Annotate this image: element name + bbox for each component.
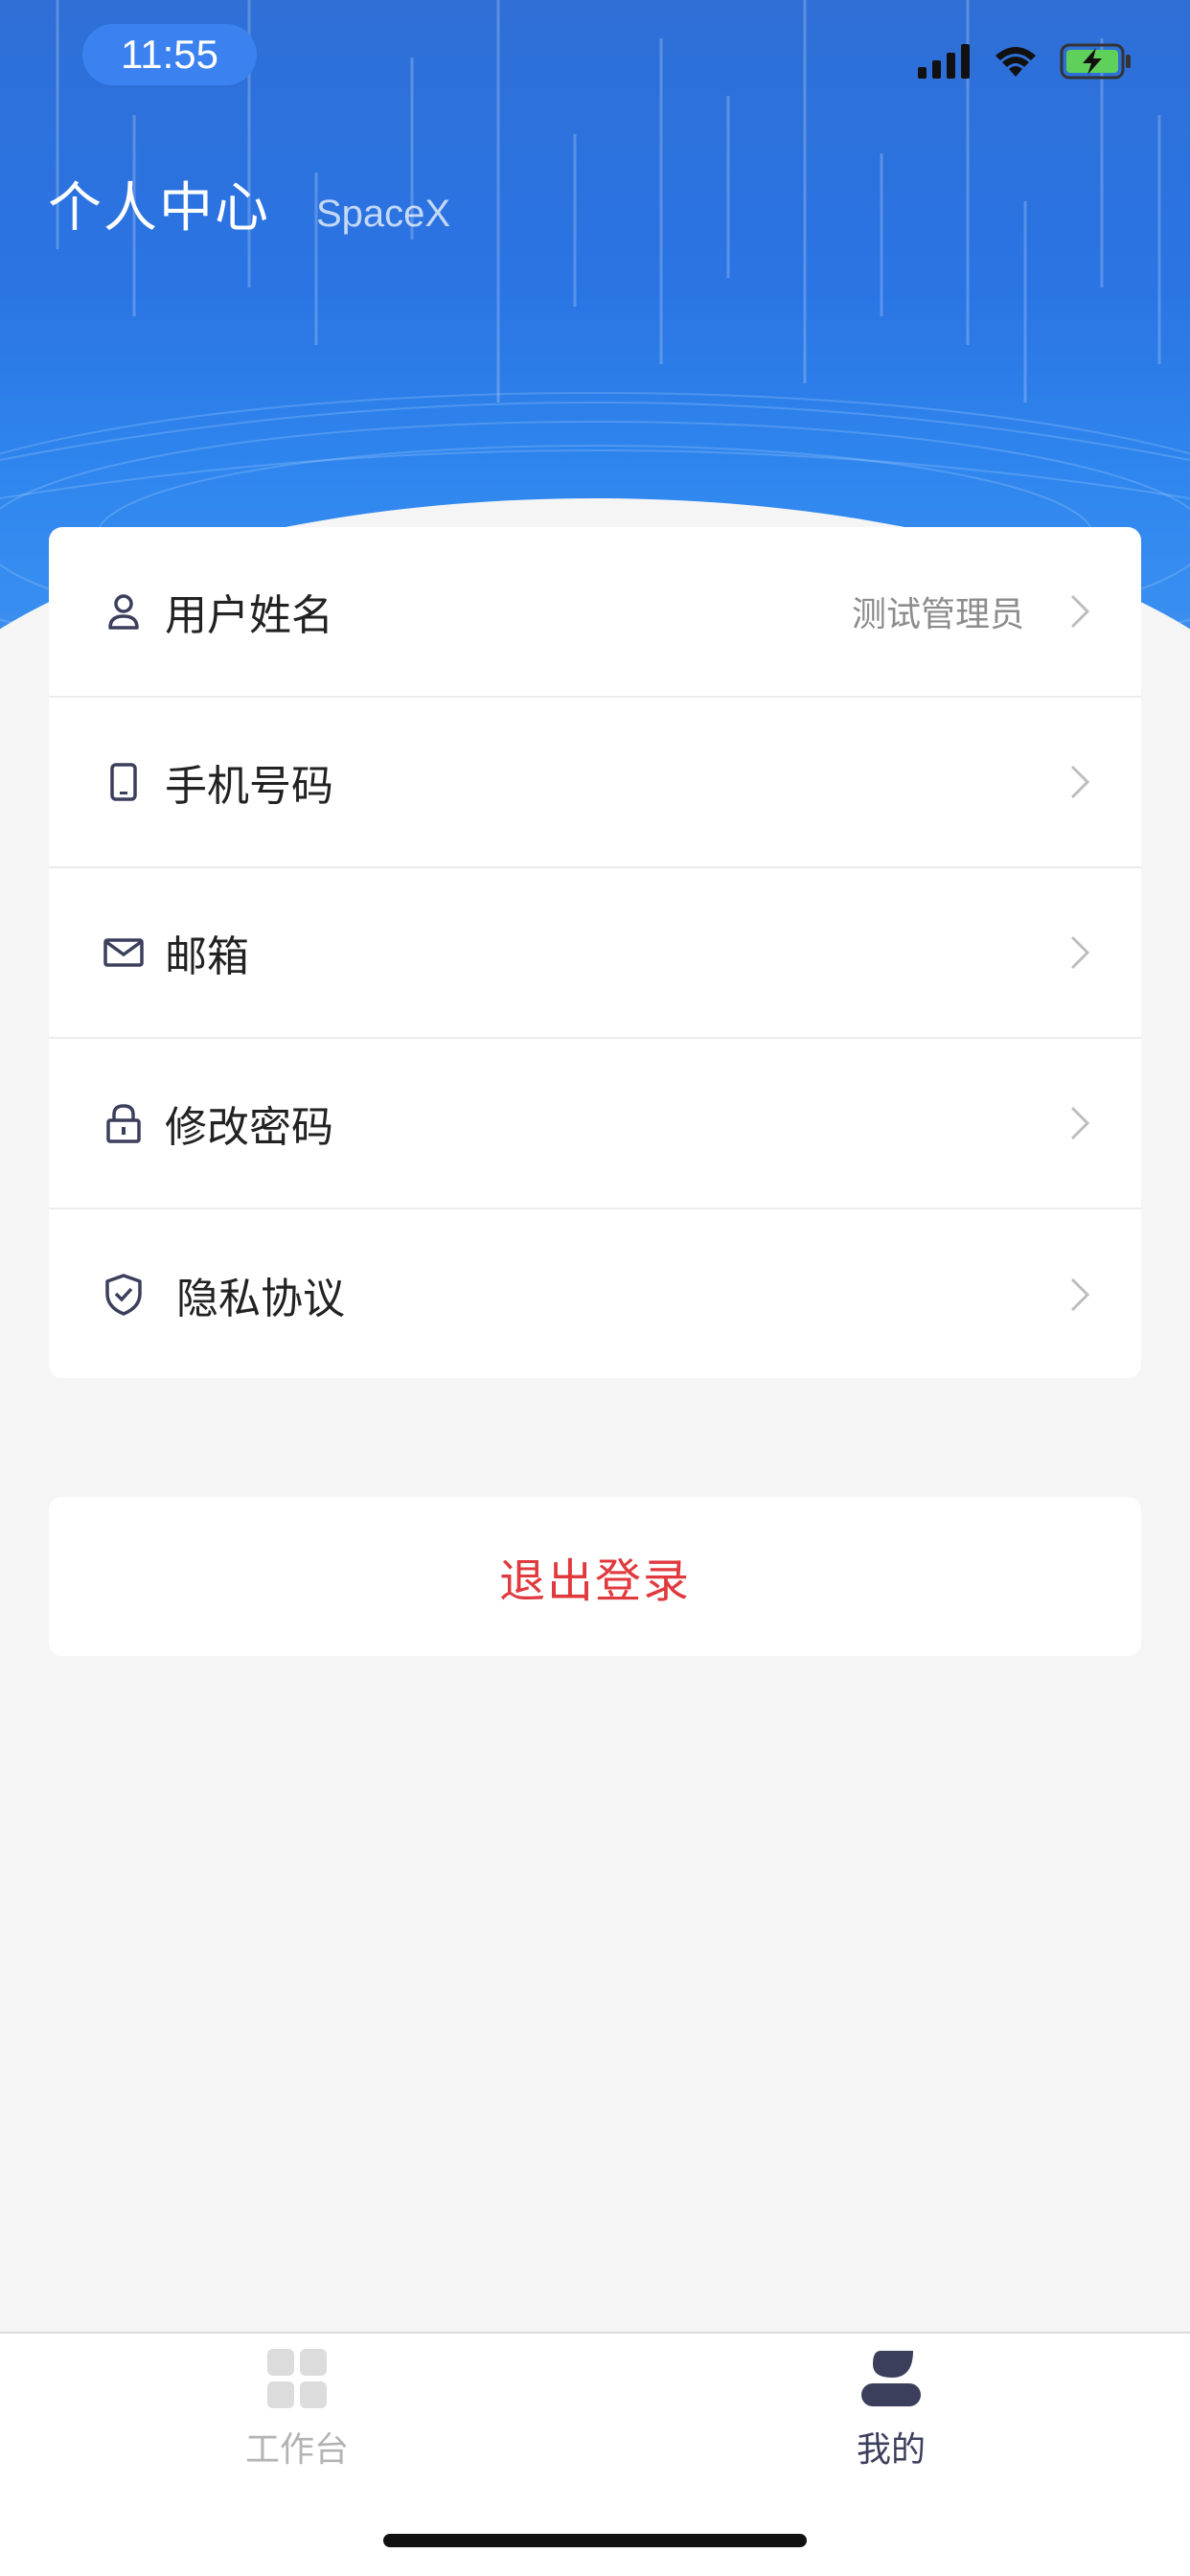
user-icon — [103, 590, 145, 632]
status-time: 11:55 — [82, 24, 257, 85]
menu-item-username[interactable]: 用户姓名 测试管理员 — [49, 527, 1141, 698]
tab-workbench[interactable]: 工作台 — [153, 2334, 441, 2496]
shield-check-icon — [103, 1274, 145, 1316]
menu-item-label: 隐私协议 — [176, 1275, 345, 1323]
battery-charging-icon — [1060, 43, 1131, 80]
home-indicator — [383, 2534, 807, 2547]
phone-icon — [103, 761, 145, 803]
menu-item-label: 修改密码 — [165, 1103, 333, 1152]
tab-label: 我的 — [856, 2430, 926, 2470]
tab-mine[interactable]: 我的 — [747, 2334, 1035, 2496]
tab-label: 工作台 — [244, 2430, 349, 2470]
menu-item-value: 测试管理员 — [851, 595, 1024, 634]
chevron-right-icon — [1070, 1106, 1090, 1140]
page-subtitle: SpaceX — [316, 193, 451, 235]
menu-item-change-password[interactable]: 修改密码 — [49, 1039, 1141, 1209]
menu-item-label: 用户姓名 — [165, 591, 333, 640]
menu-item-email[interactable]: 邮箱 — [49, 868, 1141, 1039]
profile-menu: 用户姓名 测试管理员 手机号码 邮箱 修改密码 隐私协议 — [49, 527, 1141, 1378]
chevron-right-icon — [1070, 935, 1090, 970]
chevron-right-icon — [1070, 765, 1090, 799]
menu-item-privacy-policy[interactable]: 隐私协议 — [49, 1209, 1141, 1380]
profile-icon — [861, 2351, 921, 2406]
chevron-right-icon — [1070, 594, 1090, 629]
mail-icon — [103, 932, 145, 974]
menu-item-label: 邮箱 — [165, 932, 249, 981]
signal-icon — [918, 44, 970, 79]
status-bar: 11:55 — [0, 0, 1190, 115]
lock-icon — [103, 1102, 145, 1144]
wifi-icon — [995, 47, 1036, 77]
menu-item-label: 手机号码 — [165, 762, 333, 811]
chevron-right-icon — [1070, 1277, 1090, 1312]
grid-icon — [267, 2349, 327, 2408]
logout-label: 退出登录 — [498, 1554, 691, 1608]
menu-item-phone[interactable]: 手机号码 — [49, 698, 1141, 868]
logout-button[interactable]: 退出登录 — [49, 1497, 1141, 1656]
page-title: 个人中心 — [48, 177, 270, 240]
